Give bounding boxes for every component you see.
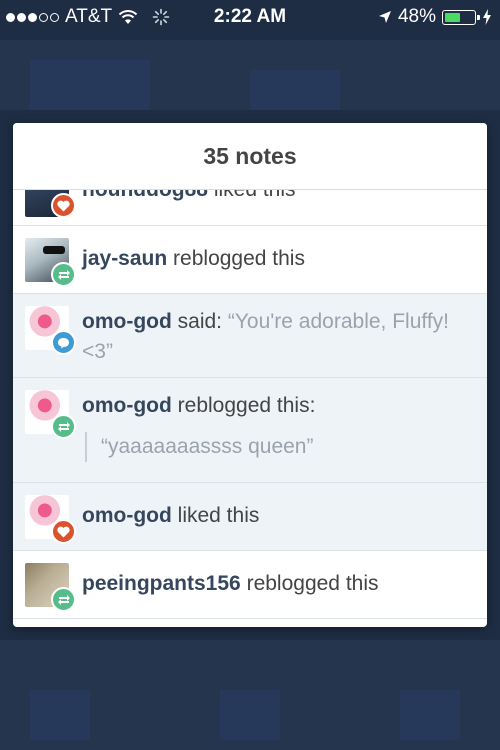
note-text: peeingpants156 reblogged this [82, 569, 471, 599]
note-username[interactable]: omo-god [82, 310, 172, 333]
battery-icon [442, 9, 480, 25]
note-row[interactable]: omo-god reblogged this: “yaaaaaaassss qu… [13, 378, 487, 483]
notes-panel: 35 notes hounddog88 liked this jay-saun [13, 123, 487, 627]
heart-icon [51, 193, 76, 218]
location-arrow-icon [378, 11, 391, 23]
notes-list[interactable]: hounddog88 liked this jay-saun reblogged… [13, 173, 487, 619]
charging-bolt-icon [483, 9, 491, 25]
note-row[interactable]: omo-god said: “You're adorable, Fluffy! … [13, 294, 487, 378]
reblog-comment: “yaaaaaaassss queen” [85, 432, 471, 462]
notes-title: 35 notes [13, 123, 487, 190]
note-username[interactable]: peeingpants156 [82, 572, 241, 595]
note-username[interactable]: jay-saun [82, 247, 167, 270]
note-text: jay-saun reblogged this [82, 244, 471, 274]
reblog-icon [51, 414, 76, 439]
battery-percentage: 48% [397, 6, 436, 27]
note-row[interactable]: jay-saun reblogged this [13, 226, 487, 294]
reblog-icon [51, 262, 76, 287]
note-row[interactable]: peeingpants156 reblogged this [13, 551, 487, 619]
note-text: omo-god said: “You're adorable, Fluffy! … [82, 307, 471, 367]
note-text: omo-god reblogged this: [82, 391, 471, 421]
note-username[interactable]: omo-god [82, 504, 172, 527]
note-action: liked this [177, 504, 260, 527]
note-action: reblogged this [173, 247, 305, 270]
reblog-icon [51, 587, 76, 612]
note-row[interactable]: omo-god liked this [13, 483, 487, 551]
note-text: omo-god liked this [82, 501, 471, 531]
heart-icon [51, 519, 76, 544]
note-action: reblogged this [246, 572, 379, 595]
status-bar: AT&T 2:22 AM 48% [0, 0, 500, 34]
speech-bubble-icon [51, 330, 76, 355]
note-username[interactable]: omo-god [82, 394, 172, 417]
note-action: said: [177, 310, 223, 333]
note-action: reblogged this: [177, 394, 316, 417]
